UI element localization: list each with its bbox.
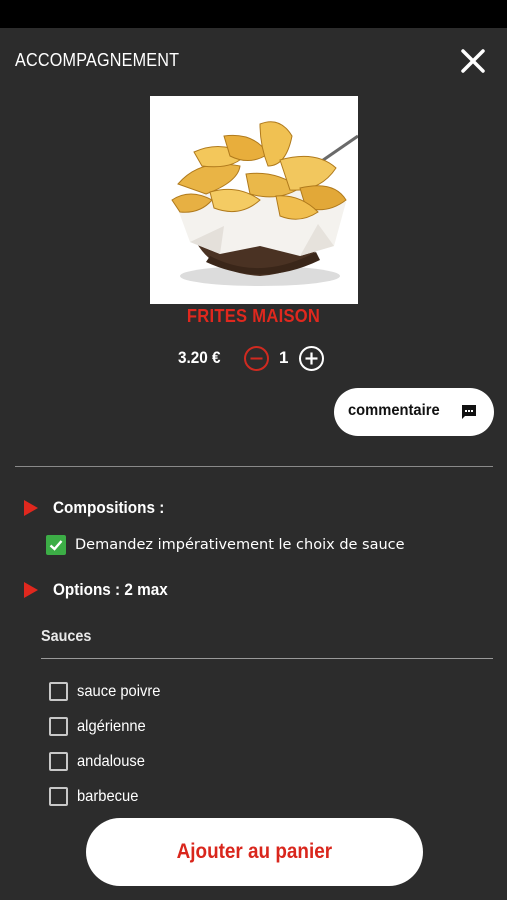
option-label: sauce poivre	[77, 682, 161, 700]
sauces-group-title: Sauces	[41, 628, 92, 645]
status-bar	[0, 0, 507, 28]
option-item-barbecue[interactable]: barbecue	[49, 779, 449, 814]
comment-icon	[462, 405, 476, 419]
increase-quantity-button[interactable]	[298, 345, 325, 372]
minus-circle-icon[interactable]	[243, 345, 270, 372]
comment-label: commentaire	[348, 402, 440, 419]
composition-label: Demandez impérativement le choix de sauc…	[75, 537, 405, 553]
check-icon	[49, 540, 63, 551]
triangle-right-icon	[24, 500, 38, 516]
checkbox[interactable]	[49, 682, 68, 701]
product-image	[150, 96, 358, 304]
quantity-value: 1	[279, 348, 289, 367]
options-heading[interactable]: Options : 2 max	[24, 580, 181, 600]
checkbox-checked[interactable]	[46, 535, 66, 555]
options-heading-label: Options : 2 max	[53, 580, 168, 599]
close-button[interactable]	[458, 46, 488, 76]
option-item-algerienne[interactable]: algérienne	[49, 709, 449, 744]
option-label: algérienne	[77, 717, 146, 735]
page-title: ACCOMPAGNEMENT	[15, 50, 180, 70]
divider	[41, 658, 493, 659]
plus-circle-icon[interactable]	[298, 345, 325, 372]
triangle-right-icon	[24, 582, 38, 598]
add-to-cart-button[interactable]: Ajouter au panier	[86, 818, 423, 886]
sauce-options-list: sauce poivre algérienne andalouse barbec…	[49, 674, 449, 814]
option-label: andalouse	[77, 752, 145, 770]
checkbox[interactable]	[49, 717, 68, 736]
product-price: 3.20 €	[178, 348, 221, 367]
close-icon[interactable]	[458, 46, 488, 76]
decrease-quantity-button[interactable]	[243, 345, 270, 372]
option-label: barbecue	[77, 787, 139, 805]
compositions-heading[interactable]: Compositions :	[24, 498, 177, 518]
checkbox[interactable]	[49, 787, 68, 806]
comment-button[interactable]: commentaire	[334, 388, 494, 436]
checkbox[interactable]	[49, 752, 68, 771]
option-item-sauce-poivre[interactable]: sauce poivre	[49, 674, 449, 709]
product-name: FRITES MAISON	[186, 306, 321, 326]
compositions-heading-label: Compositions :	[53, 498, 165, 517]
divider	[15, 466, 493, 467]
price-quantity-row: 3.20 € 1	[0, 344, 507, 372]
composition-item[interactable]: Demandez impérativement le choix de sauc…	[46, 535, 405, 555]
add-to-cart-label: Ajouter au panier	[176, 840, 333, 863]
option-item-andalouse[interactable]: andalouse	[49, 744, 449, 779]
